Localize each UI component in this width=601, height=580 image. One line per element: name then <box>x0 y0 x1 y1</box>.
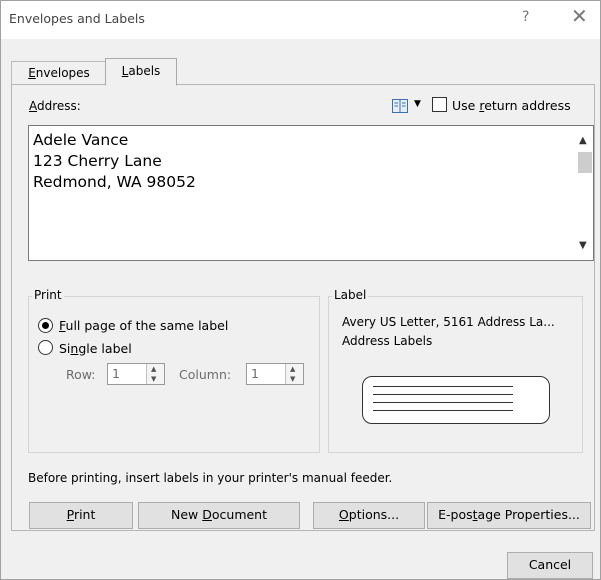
tab-envelopes-mnemonic: E <box>28 66 36 80</box>
scroll-up-arrow-icon[interactable]: ▲ <box>579 135 587 146</box>
label-preview-line <box>373 394 513 395</box>
options-mnemonic: O <box>338 507 349 522</box>
address-text[interactable]: Adele Vance 123 Cherry Lane Redmond, WA … <box>33 130 196 193</box>
print-button-label: rint <box>73 507 96 522</box>
column-up-arrow-icon[interactable]: ▲ <box>290 364 295 374</box>
label-type[interactable]: Address Labels <box>342 334 432 348</box>
row-value[interactable]: 1 <box>112 366 120 381</box>
row-label: Row: <box>66 367 96 382</box>
address-book-icon[interactable] <box>392 99 408 113</box>
tab-envelopes-label: nvelopes <box>35 66 90 80</box>
e-postage-after: age Properties... <box>477 507 580 522</box>
full-page-radio-dot <box>42 322 49 329</box>
use-return-address-checkbox[interactable] <box>432 97 447 112</box>
label-preview-line <box>373 386 513 387</box>
full-page-label[interactable]: Full page of the same label <box>59 318 228 333</box>
label-preview-line <box>373 410 513 411</box>
full-page-radio[interactable] <box>38 318 53 333</box>
print-button-mnemonic: P <box>66 507 74 522</box>
single-label-after: gle label <box>78 341 132 356</box>
tab-labels-label: abels <box>128 64 161 78</box>
print-button[interactable]: Print <box>29 502 133 529</box>
close-button[interactable]: ✕ <box>571 6 588 26</box>
full-page-text: ull page of the same label <box>65 318 229 333</box>
tab-envelopes[interactable]: Envelopes <box>11 61 107 84</box>
single-label-radio[interactable] <box>38 340 53 355</box>
manual-feeder-note: Before printing, insert labels in your p… <box>28 471 393 485</box>
new-document-mnemonic: D <box>202 507 212 522</box>
new-document-after: ocument <box>211 507 268 522</box>
column-spinner-buttons[interactable]: ▲ ▼ <box>285 364 303 384</box>
help-button[interactable]: ? <box>522 9 529 25</box>
column-down-arrow-icon[interactable]: ▼ <box>290 374 295 384</box>
envelopes-and-labels-dialog: Envelopes and Labels ? ✕ Envelopes Label… <box>0 0 601 580</box>
address-scrollbar[interactable]: ▲ ▼ <box>576 126 593 260</box>
address-label-text: ddress: <box>37 99 81 113</box>
cancel-button[interactable]: Cancel <box>507 552 593 579</box>
column-spinner[interactable]: 1 ▲ ▼ <box>246 363 304 385</box>
row-up-arrow-icon[interactable]: ▲ <box>151 364 156 374</box>
new-document-button[interactable]: New Document <box>138 502 300 529</box>
single-label-label[interactable]: Single label <box>59 341 132 356</box>
tab-labels[interactable]: Labels <box>105 58 177 86</box>
column-label: Column: <box>179 367 232 382</box>
address-textbox[interactable]: Adele Vance 123 Cherry Lane Redmond, WA … <box>28 125 594 261</box>
address-label-mnemonic: A <box>29 99 37 113</box>
window-title: Envelopes and Labels <box>9 11 145 26</box>
use-return-address-label-after: eturn address <box>484 98 571 113</box>
scroll-down-arrow-icon[interactable]: ▼ <box>579 240 587 251</box>
label-preview-icon[interactable] <box>362 376 550 424</box>
options-button[interactable]: Options... <box>313 502 425 529</box>
use-return-address-label-before: Use <box>452 98 480 113</box>
new-document-before: New <box>170 507 203 522</box>
row-down-arrow-icon[interactable]: ▼ <box>151 374 156 384</box>
row-spinner-buttons[interactable]: ▲ ▼ <box>146 364 164 384</box>
e-postage-before: E-pos <box>438 507 473 522</box>
print-group-title: Print <box>32 288 64 302</box>
label-preview-line <box>373 402 513 403</box>
title-bar: Envelopes and Labels ? ✕ <box>1 1 600 39</box>
address-label: Address: <box>29 99 81 113</box>
e-postage-properties-button[interactable]: E-postage Properties... <box>427 502 591 529</box>
address-book-dropdown-arrow-icon[interactable]: ▼ <box>414 99 421 109</box>
label-product-name[interactable]: Avery US Letter, 5161 Address La... <box>342 315 555 329</box>
scrollbar-thumb[interactable] <box>578 152 592 173</box>
column-value[interactable]: 1 <box>251 366 259 381</box>
label-group-title: Label <box>332 288 369 302</box>
single-label-before: Si <box>59 341 71 356</box>
row-spinner[interactable]: 1 ▲ ▼ <box>107 363 165 385</box>
options-label: ptions... <box>348 507 400 522</box>
use-return-address-label[interactable]: Use return address <box>452 98 571 113</box>
